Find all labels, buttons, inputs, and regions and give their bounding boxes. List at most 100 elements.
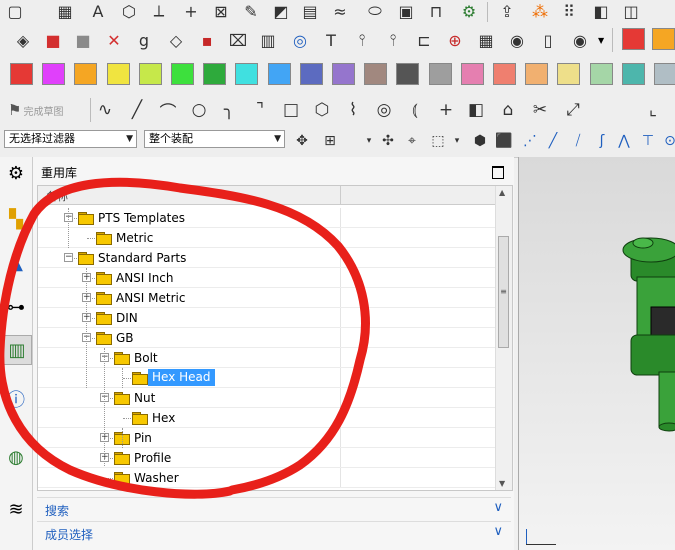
color-swatch[interactable] <box>267 63 291 85</box>
axes-icon[interactable]: ⟂ <box>146 0 172 22</box>
tree-row[interactable]: − Bolt <box>38 348 495 368</box>
wave-icon[interactable]: ≈ <box>327 0 353 22</box>
point-snap2-icon[interactable]: ⌖ <box>402 131 422 151</box>
selection-filter-dropdown[interactable]: 无选择过滤器 ▼ <box>4 130 137 148</box>
color-swatch[interactable] <box>74 63 98 85</box>
tree-row[interactable]: + ANSI Inch <box>38 268 495 288</box>
color-swatch[interactable] <box>106 63 130 85</box>
move-icon[interactable]: ✥ <box>292 131 312 151</box>
color-swatch[interactable] <box>396 63 420 85</box>
line-icon[interactable]: ╱ <box>124 98 150 122</box>
eye-icon[interactable]: ◉ <box>567 28 593 52</box>
tree-row[interactable]: + Pin <box>38 428 495 448</box>
red-solid-icon[interactable]: ■ <box>40 28 66 52</box>
document-icon[interactable]: ▢ <box>2 0 28 22</box>
target-icon[interactable]: ◎ <box>287 28 313 52</box>
color-swatch[interactable] <box>332 63 355 85</box>
snap-icon[interactable]: ⊞ <box>320 131 340 151</box>
color-swatch[interactable] <box>171 63 194 85</box>
tee-icon[interactable]: T <box>318 28 344 52</box>
shape-icon[interactable]: ◧ <box>588 0 614 22</box>
cube-axes-icon[interactable]: ⬡ <box>116 0 142 22</box>
mesh-icon[interactable]: ▤ <box>297 0 323 22</box>
member-select-section[interactable]: 成员选择 ∨ <box>37 521 511 544</box>
dots-icon[interactable]: ⠿ <box>556 0 582 22</box>
tree-row[interactable]: − Nut <box>38 388 495 408</box>
plus-icon[interactable]: + <box>178 0 204 22</box>
offset-icon[interactable]: ⌂ <box>495 98 521 122</box>
color-swatch[interactable] <box>235 63 259 85</box>
color-swatch[interactable] <box>622 28 645 50</box>
settings-icon[interactable]: ⚙ <box>2 159 30 187</box>
circle-icon[interactable]: ○ <box>186 98 212 122</box>
edge-snap-icon[interactable]: ⧸ <box>568 131 588 151</box>
chamfer-icon[interactable]: ⌝ <box>247 98 273 122</box>
corner-icon[interactable]: ⌞ <box>640 98 666 122</box>
tree-row[interactable]: + ANSI Metric <box>38 288 495 308</box>
search-section[interactable]: 搜索 ∨ <box>37 497 511 520</box>
block-icon[interactable]: ▣ <box>393 0 419 22</box>
info-icon[interactable]: ⓘ <box>2 385 30 413</box>
wire-icon[interactable]: ◇ <box>163 28 189 52</box>
color-swatch[interactable] <box>557 63 581 85</box>
color-swatch[interactable] <box>460 63 484 85</box>
blocks-icon[interactable]: ⁂ <box>527 0 553 22</box>
holder-icon[interactable]: ⊓ <box>423 0 449 22</box>
part-navigator-icon[interactable]: ⊶ <box>2 293 30 321</box>
history-icon[interactable]: ≋ <box>2 495 30 523</box>
spline-icon[interactable]: ⌇ <box>340 98 366 122</box>
tree-row[interactable]: + DIN <box>38 308 495 328</box>
collapse-icon[interactable]: − <box>64 253 73 262</box>
color-swatch[interactable] <box>299 63 323 85</box>
arc-icon[interactable]: ⌒ <box>155 98 181 123</box>
arrow-box-icon[interactable]: ⇪ <box>494 0 520 22</box>
name-column-header[interactable]: 名称 <box>46 188 68 204</box>
gear-icon[interactable]: ⚙ <box>456 0 482 22</box>
text-grid-icon[interactable]: ▥ <box>255 28 281 52</box>
color-swatch[interactable] <box>42 63 66 85</box>
scroll-thumb[interactable]: ≡ <box>498 236 509 348</box>
cross-box-icon[interactable]: ⊠ <box>208 0 234 22</box>
reuse-library-icon[interactable]: ▥ <box>2 335 32 365</box>
table-icon[interactable]: ▦ <box>473 28 499 52</box>
tree-row[interactable]: − PTS Templates <box>38 208 495 228</box>
color-swatch[interactable] <box>364 63 388 85</box>
swatch-icon[interactable]: ◫ <box>618 0 644 22</box>
color-swatch[interactable] <box>428 63 452 85</box>
tree-row[interactable]: Washer <box>38 468 495 488</box>
tree-row[interactable]: − GB <box>38 328 495 348</box>
sketch-icon[interactable]: ✎ <box>238 0 264 22</box>
extend-icon[interactable]: ⤢ <box>560 98 586 122</box>
tangent-snap-icon[interactable]: ⊤ <box>638 131 658 151</box>
frame-icon[interactable]: ⌧ <box>225 28 251 52</box>
color-swatch[interactable] <box>654 63 675 85</box>
grid-icon[interactable]: ▦ <box>52 0 78 22</box>
color-swatch[interactable] <box>621 63 645 85</box>
fillet-icon[interactable]: ╮ <box>216 98 242 122</box>
point-icon[interactable]: + <box>433 98 459 122</box>
box-select-icon[interactable]: ⬚ <box>428 131 448 151</box>
ellipse-icon[interactable]: ◎ <box>371 98 397 122</box>
tree-row[interactable]: − Standard Parts <box>38 248 495 268</box>
assembly-navigator-icon[interactable]: ▚ <box>2 205 30 233</box>
constraint-navigator-icon[interactable]: ▲ <box>2 249 30 277</box>
curve-snap-icon[interactable]: ʃ <box>592 131 612 151</box>
scroll-up-icon[interactable]: ▲ <box>499 188 505 197</box>
curve-icon[interactable]: ∿ <box>92 98 118 122</box>
color-swatch[interactable] <box>493 63 516 85</box>
x-solid-icon[interactable]: ✕ <box>101 28 127 52</box>
screw2-icon[interactable]: ⫯ <box>380 28 406 52</box>
color-swatch[interactable] <box>10 63 33 85</box>
cylinder-icon[interactable]: ⬭ <box>362 0 388 22</box>
vertex-snap-icon[interactable]: ⋀ <box>614 131 634 151</box>
color-swatch[interactable] <box>652 28 675 50</box>
text-A-icon[interactable]: A <box>85 0 111 22</box>
part-icon[interactable]: ⬢ <box>470 131 490 151</box>
box-select-dropdown-icon[interactable]: ▾ <box>452 131 462 151</box>
scroll-down-icon[interactable]: ▼ <box>499 479 505 488</box>
snap-points-icon[interactable]: ⋰ <box>520 131 540 151</box>
maximize-icon[interactable] <box>492 166 504 179</box>
center-snap-icon[interactable]: ⊙ <box>660 131 675 151</box>
tree-row[interactable]: Hex Head <box>38 368 495 388</box>
dial-icon[interactable]: ◉ <box>504 28 530 52</box>
